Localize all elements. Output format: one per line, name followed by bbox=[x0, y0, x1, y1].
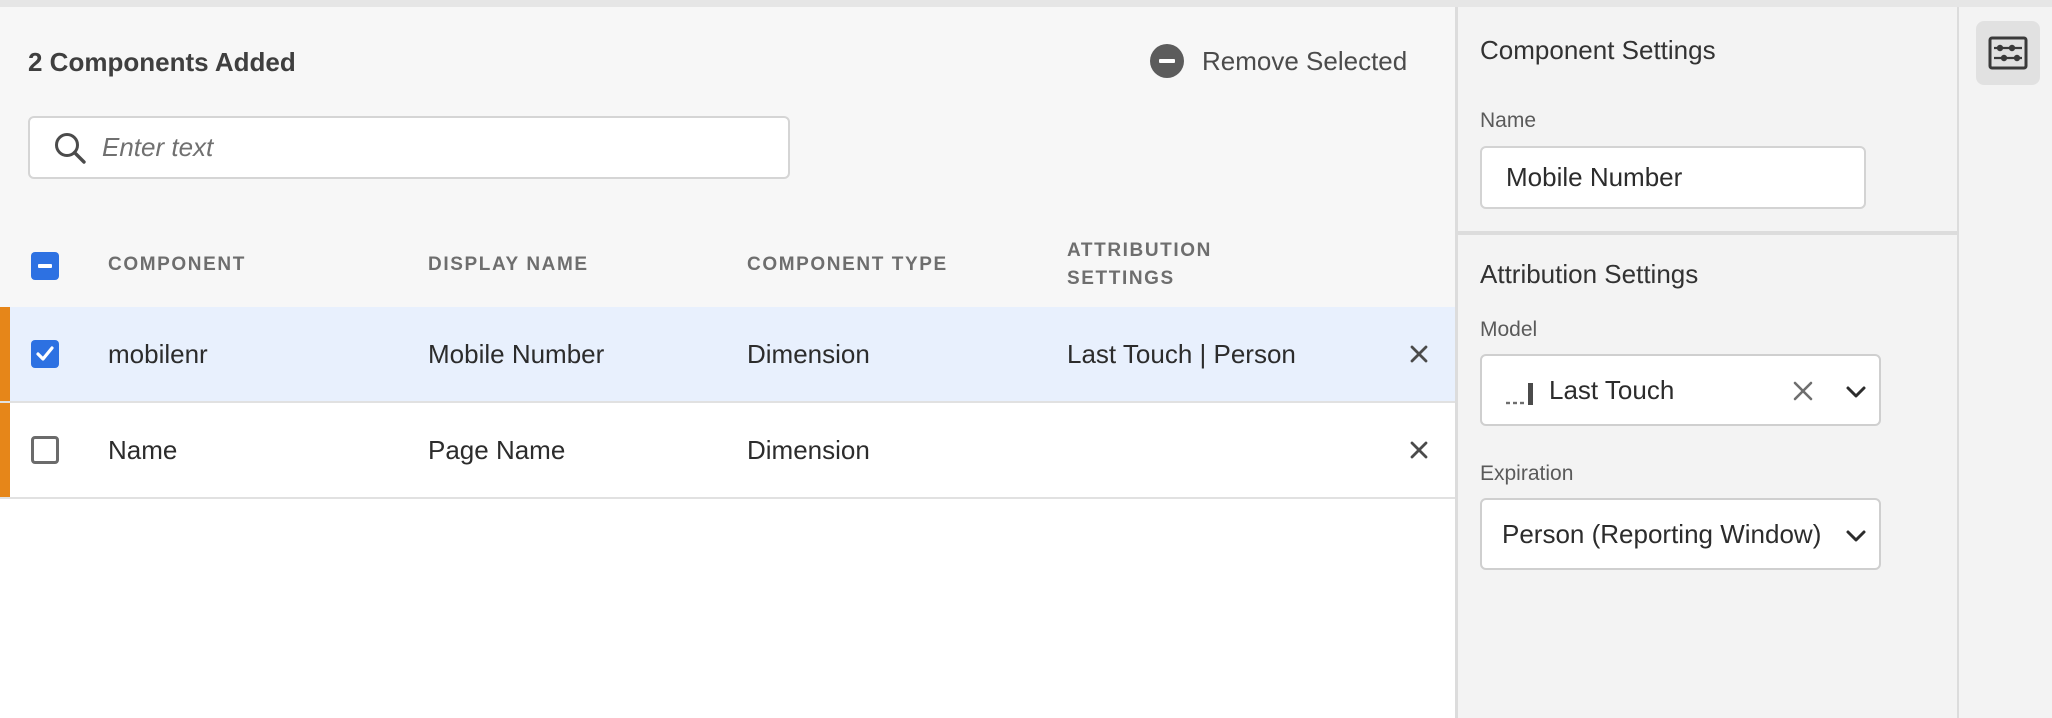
chevron-down-icon[interactable] bbox=[1844, 524, 1868, 548]
settings-panel-toggle[interactable] bbox=[1976, 21, 2040, 85]
column-header-attribution-line2: SETTINGS bbox=[1067, 268, 1175, 289]
row-marker bbox=[0, 307, 10, 401]
remove-selected-label: Remove Selected bbox=[1202, 45, 1408, 76]
table-row[interactable]: mobilenr Mobile Number Dimension Last To… bbox=[0, 307, 1455, 403]
remove-selected-button[interactable]: Remove Selected bbox=[1150, 41, 1407, 81]
cell-component-type: Dimension bbox=[747, 338, 870, 369]
cell-display-name: Mobile Number bbox=[428, 338, 605, 369]
last-touch-model-icon bbox=[1506, 383, 1533, 405]
row-checkbox[interactable] bbox=[31, 340, 59, 368]
column-header-attribution-line1: ATTRIBUTION bbox=[1067, 240, 1212, 261]
chevron-down-icon[interactable] bbox=[1844, 380, 1868, 404]
cell-display-name: Page Name bbox=[428, 434, 566, 465]
model-picker[interactable]: Last Touch bbox=[1480, 354, 1881, 426]
close-icon[interactable] bbox=[1404, 339, 1434, 369]
minus-circle-icon bbox=[1150, 44, 1184, 78]
model-value: Last Touch bbox=[1549, 374, 1675, 405]
cell-component: Name bbox=[108, 434, 178, 465]
expiration-picker[interactable]: Person (Reporting Window) bbox=[1480, 498, 1881, 570]
components-header: 2 Components Added Remove Selected COMPO… bbox=[0, 7, 1455, 307]
model-label: Model bbox=[1480, 318, 1538, 341]
components-panel: 2 Components Added Remove Selected COMPO… bbox=[0, 7, 1455, 718]
column-header-display-name[interactable]: DISPLAY NAME bbox=[428, 251, 589, 279]
search-input[interactable] bbox=[102, 132, 762, 163]
component-settings-panel: Component Settings Name Mobile Number At… bbox=[1455, 7, 1960, 718]
row-checkbox[interactable] bbox=[31, 436, 59, 464]
top-divider bbox=[0, 0, 2052, 7]
side-rail bbox=[1957, 7, 2052, 718]
name-field[interactable]: Mobile Number bbox=[1480, 146, 1866, 209]
column-header-component[interactable]: COMPONENT bbox=[108, 251, 246, 279]
cell-component: mobilenr bbox=[108, 338, 208, 369]
components-count: 2 Components Added bbox=[28, 47, 296, 77]
cell-component-type: Dimension bbox=[747, 434, 870, 465]
select-all-checkbox[interactable] bbox=[31, 252, 59, 280]
check-icon bbox=[36, 346, 54, 361]
search-icon bbox=[55, 132, 86, 164]
name-label: Name bbox=[1480, 109, 1537, 132]
close-icon[interactable] bbox=[1404, 435, 1434, 465]
clear-icon[interactable] bbox=[1790, 378, 1816, 404]
expiration-label: Expiration bbox=[1480, 462, 1574, 485]
column-header-component-type[interactable]: COMPONENT TYPE bbox=[747, 251, 948, 279]
section-divider bbox=[1458, 231, 1960, 235]
cell-attribution: Last Touch | Person bbox=[1067, 338, 1296, 369]
component-settings-title: Component Settings bbox=[1480, 35, 1716, 65]
search-field[interactable] bbox=[28, 116, 790, 179]
settings-panel-icon bbox=[1988, 36, 2028, 70]
row-marker bbox=[0, 403, 10, 497]
table-row[interactable]: Name Page Name Dimension bbox=[0, 403, 1455, 499]
attribution-settings-title: Attribution Settings bbox=[1480, 259, 1699, 289]
column-header-attribution-settings[interactable]: ATTRIBUTION SETTINGS bbox=[1067, 237, 1212, 293]
expiration-value: Person (Reporting Window) bbox=[1502, 518, 1822, 549]
